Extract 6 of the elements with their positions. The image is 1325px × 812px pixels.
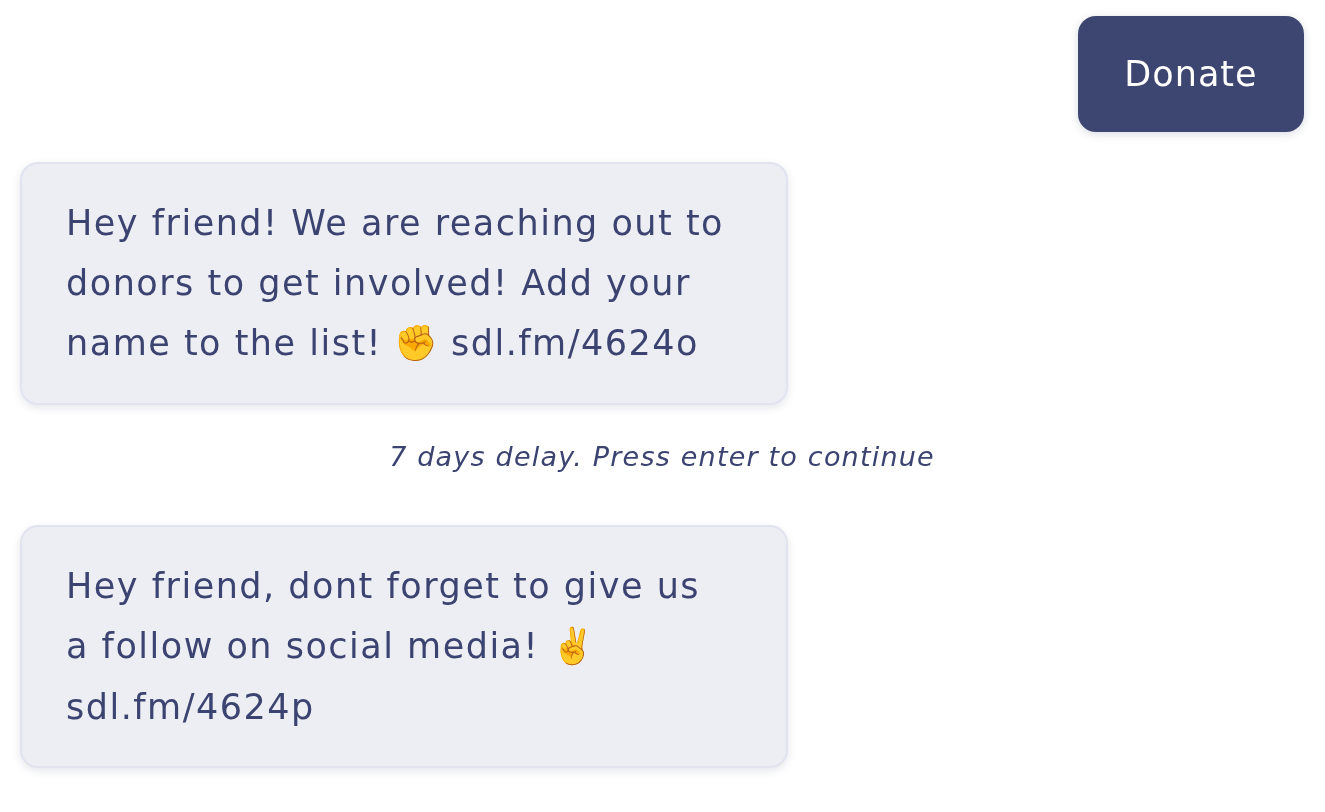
received-message: Hey friend! We are reaching out to donors to get involved! Add your name to the list! ✊ sdl.fm/4624o [20,162,788,405]
emoji-icon: ✊ [394,323,439,364]
sent-message: Donate [1078,16,1304,132]
emoji-icon: ✌ [551,626,596,667]
delay-note: 7 days delay. Press enter to continue [389,440,935,474]
received-message: Hey friend, dont forget to give us a follow on social media! ✌ sdl.fm/4624p [20,525,788,768]
